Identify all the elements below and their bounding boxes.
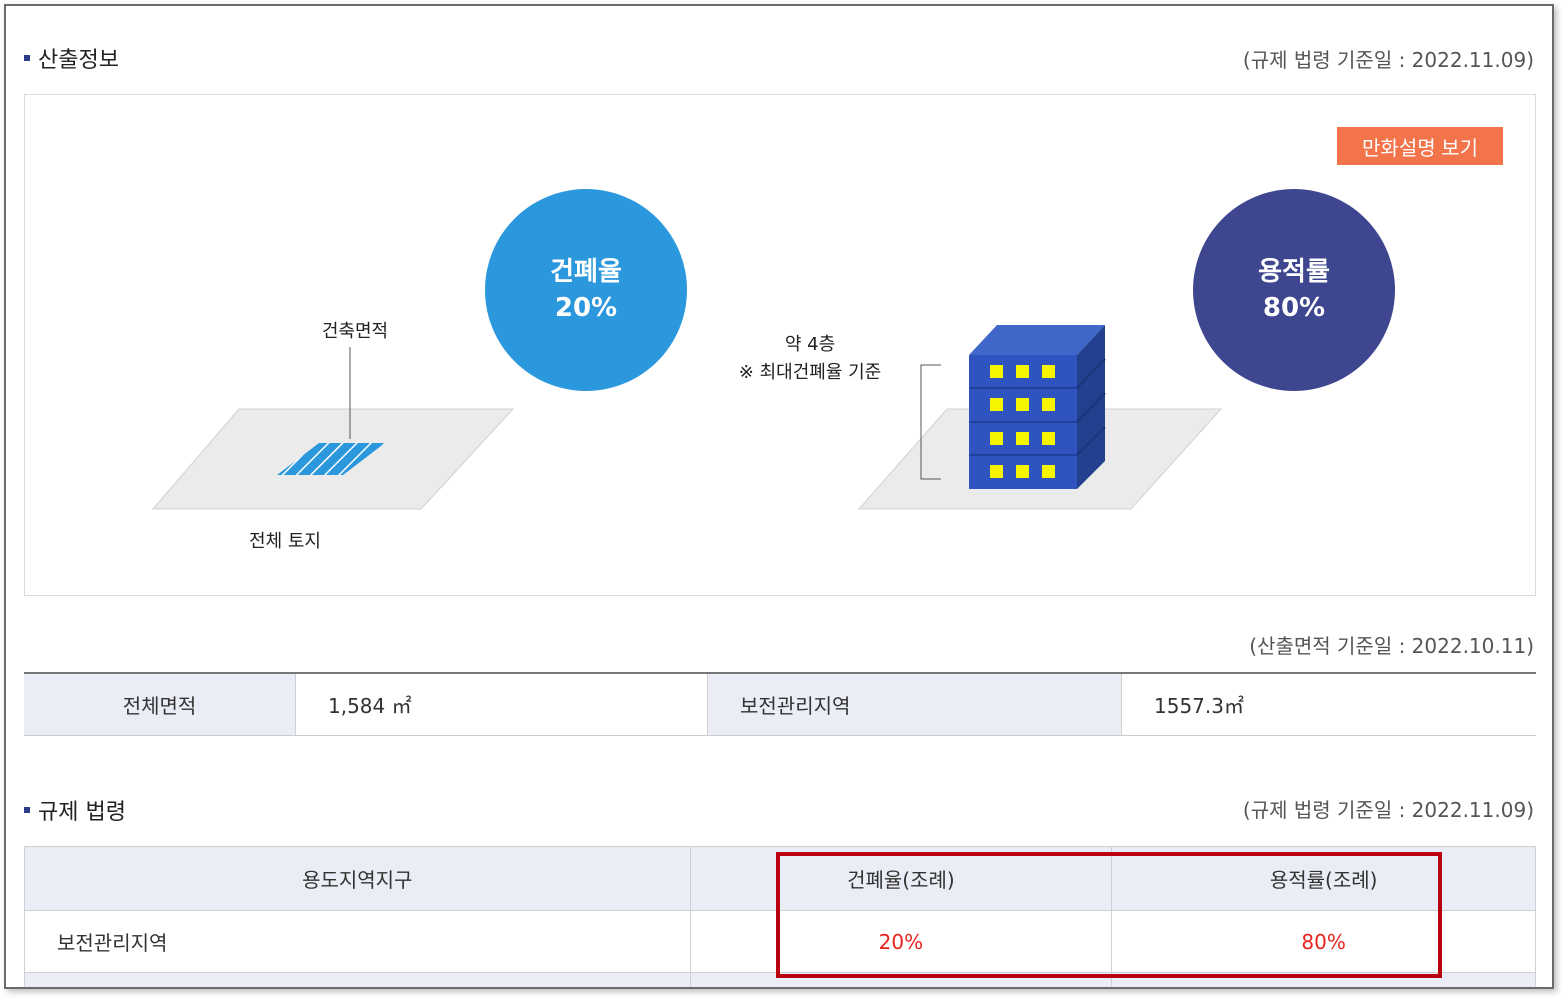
far-column-header: 용적률(조례) bbox=[1111, 846, 1536, 911]
law-basis-date: (규제 법령 기준일 : 2022.11.09) bbox=[1242, 798, 1534, 822]
bcr-column-header: 건폐율(조례) bbox=[689, 846, 1113, 911]
calc-section-header: 산출정보 bbox=[24, 42, 119, 74]
zone-area-value: 1557.3㎡ bbox=[1122, 674, 1536, 735]
table-row: 보전관리지역 20% 80% bbox=[24, 910, 1536, 973]
floors-note: ※ 최대건폐율 기준 bbox=[738, 362, 882, 383]
total-area-header: 전체면적 bbox=[24, 674, 296, 735]
area-table: 전체면적 1,584 ㎡ 보전관리지역 1557.3㎡ bbox=[24, 672, 1536, 736]
partial-cell bbox=[689, 972, 1113, 987]
law-table-header-row: 용도지역지구 건폐율(조례) 용적률(조례) bbox=[24, 846, 1536, 911]
table-row-partial bbox=[24, 972, 1536, 987]
law-table: 용도지역지구 건폐율(조례) 용적률(조례) 보전관리지역 20% 80% bbox=[24, 846, 1536, 987]
law-section-title: 규제 법령 bbox=[38, 800, 126, 825]
bcr-value-cell: 20% bbox=[689, 910, 1113, 973]
section-bullet-icon bbox=[24, 55, 30, 61]
zone-name-cell: 보전관리지역 bbox=[24, 910, 691, 973]
total-area-value: 1,584 ㎡ bbox=[296, 674, 708, 735]
far-value-cell: 80% bbox=[1111, 910, 1536, 973]
building-icon bbox=[969, 325, 1106, 489]
building-area-label: 건축면적 bbox=[321, 321, 389, 342]
area-basis-date: (산출면적 기준일 : 2022.10.11) bbox=[1249, 634, 1534, 658]
floors-label: 약 4층 ※ 최대건폐율 기준 bbox=[705, 331, 915, 387]
partial-cell bbox=[1111, 972, 1536, 987]
diagram-panel: 만화설명 보기 건폐율 20% 용적률 80% 건축면적 전체 토지 약 4층 … bbox=[24, 94, 1536, 596]
calc-basis-date: (규제 법령 기준일 : 2022.11.09) bbox=[1242, 48, 1534, 72]
app-frame: 산출정보 (규제 법령 기준일 : 2022.11.09) 만화설명 보기 건폐… bbox=[4, 4, 1554, 989]
floors-text: 약 4층 bbox=[784, 334, 836, 355]
zone-header: 보전관리지역 bbox=[708, 674, 1122, 735]
zone-column-header: 용도지역지구 bbox=[24, 846, 691, 911]
total-land-label: 전체 토지 bbox=[249, 531, 321, 552]
law-section-header: 규제 법령 bbox=[24, 794, 126, 826]
calc-section-title: 산출정보 bbox=[38, 48, 119, 73]
section-bullet-icon bbox=[24, 807, 30, 813]
partial-cell bbox=[24, 972, 691, 987]
